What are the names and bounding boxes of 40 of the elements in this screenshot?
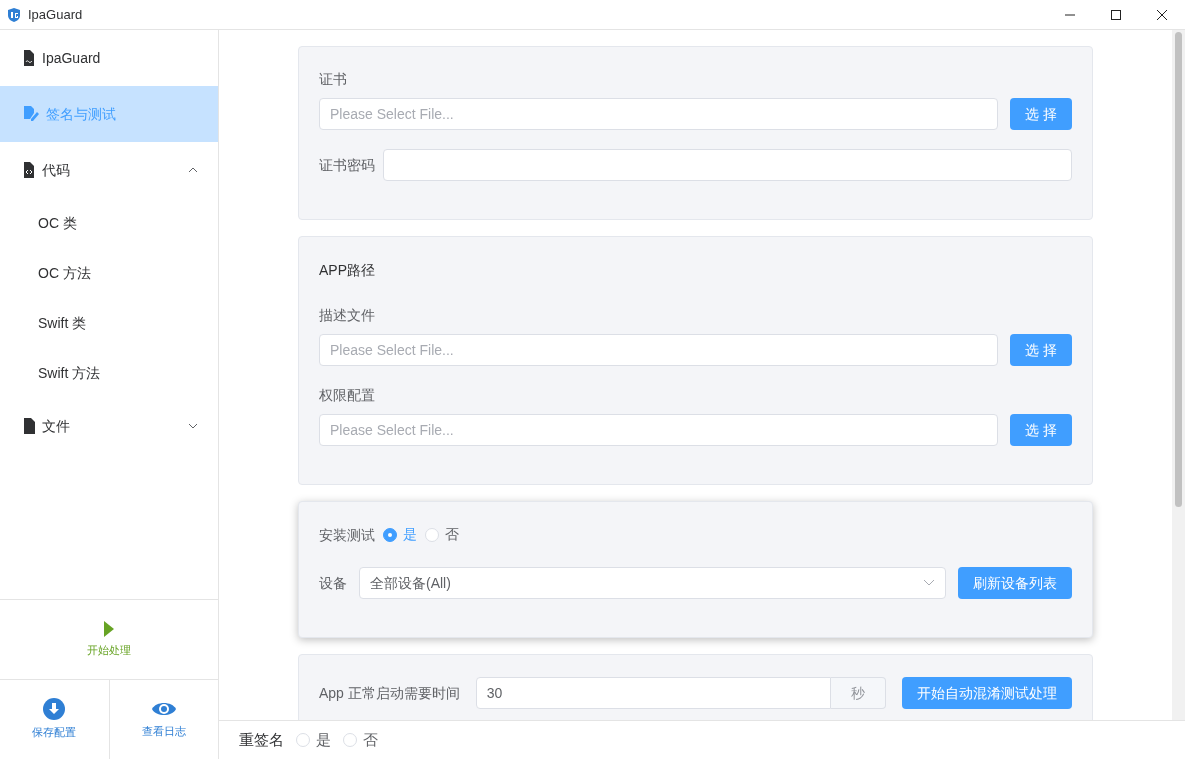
play-icon — [103, 620, 115, 639]
password-field[interactable] — [383, 149, 1072, 181]
field-label: 证书密码 — [319, 156, 375, 175]
sidebar-subitem[interactable]: Swift 类 — [0, 298, 218, 348]
file-path-field[interactable]: Please Select File... — [319, 334, 999, 366]
app-logo-icon — [6, 6, 22, 23]
field-label: 安装测试 — [319, 525, 375, 545]
sidebar-item[interactable]: 文件 — [0, 398, 218, 454]
device-select[interactable]: 全部设备(All) — [359, 567, 946, 599]
sidebar-item[interactable]: IpaGuard — [0, 30, 218, 86]
close-icon — [1156, 8, 1168, 21]
unit-label: 秒 — [831, 677, 886, 709]
field-label: 重签名 — [239, 729, 284, 750]
file-path-field[interactable]: Please Select File... — [319, 414, 999, 446]
sidebar-item[interactable]: 代码 — [0, 142, 218, 198]
field-label: 设备 — [319, 574, 347, 593]
chevron-icon — [188, 421, 198, 431]
field-label: App 正常启动需要时间 — [319, 684, 460, 703]
field-label: 权限配置 — [319, 386, 375, 405]
document-icon — [22, 418, 36, 434]
radio-option[interactable]: 是 — [296, 728, 331, 752]
file-path-field[interactable]: Please Select File... — [319, 98, 999, 130]
scrollbar[interactable] — [1172, 30, 1185, 720]
sidebar-subitem[interactable]: OC 方法 — [0, 248, 218, 298]
chevron-down-icon — [923, 579, 935, 587]
radio-option[interactable]: 否 — [343, 728, 378, 752]
pen-document-icon — [22, 106, 40, 122]
document-icon — [22, 162, 36, 178]
section-heading: APP路径 — [319, 261, 376, 280]
duration-field[interactable]: 30 — [475, 677, 831, 709]
chevron-icon — [188, 165, 198, 175]
document-icon — [22, 50, 36, 66]
sidebar-subitem[interactable]: OC 类 — [0, 198, 218, 248]
sidebar-subitem[interactable]: Swift 方法 — [0, 348, 218, 398]
download-icon — [43, 698, 66, 721]
field-label: 描述文件 — [319, 306, 375, 325]
window-title: IpaGuard — [28, 5, 83, 24]
maximize-icon — [1110, 8, 1122, 21]
radio-option[interactable]: 否 — [425, 524, 459, 545]
field-label: 证书 — [319, 70, 347, 89]
